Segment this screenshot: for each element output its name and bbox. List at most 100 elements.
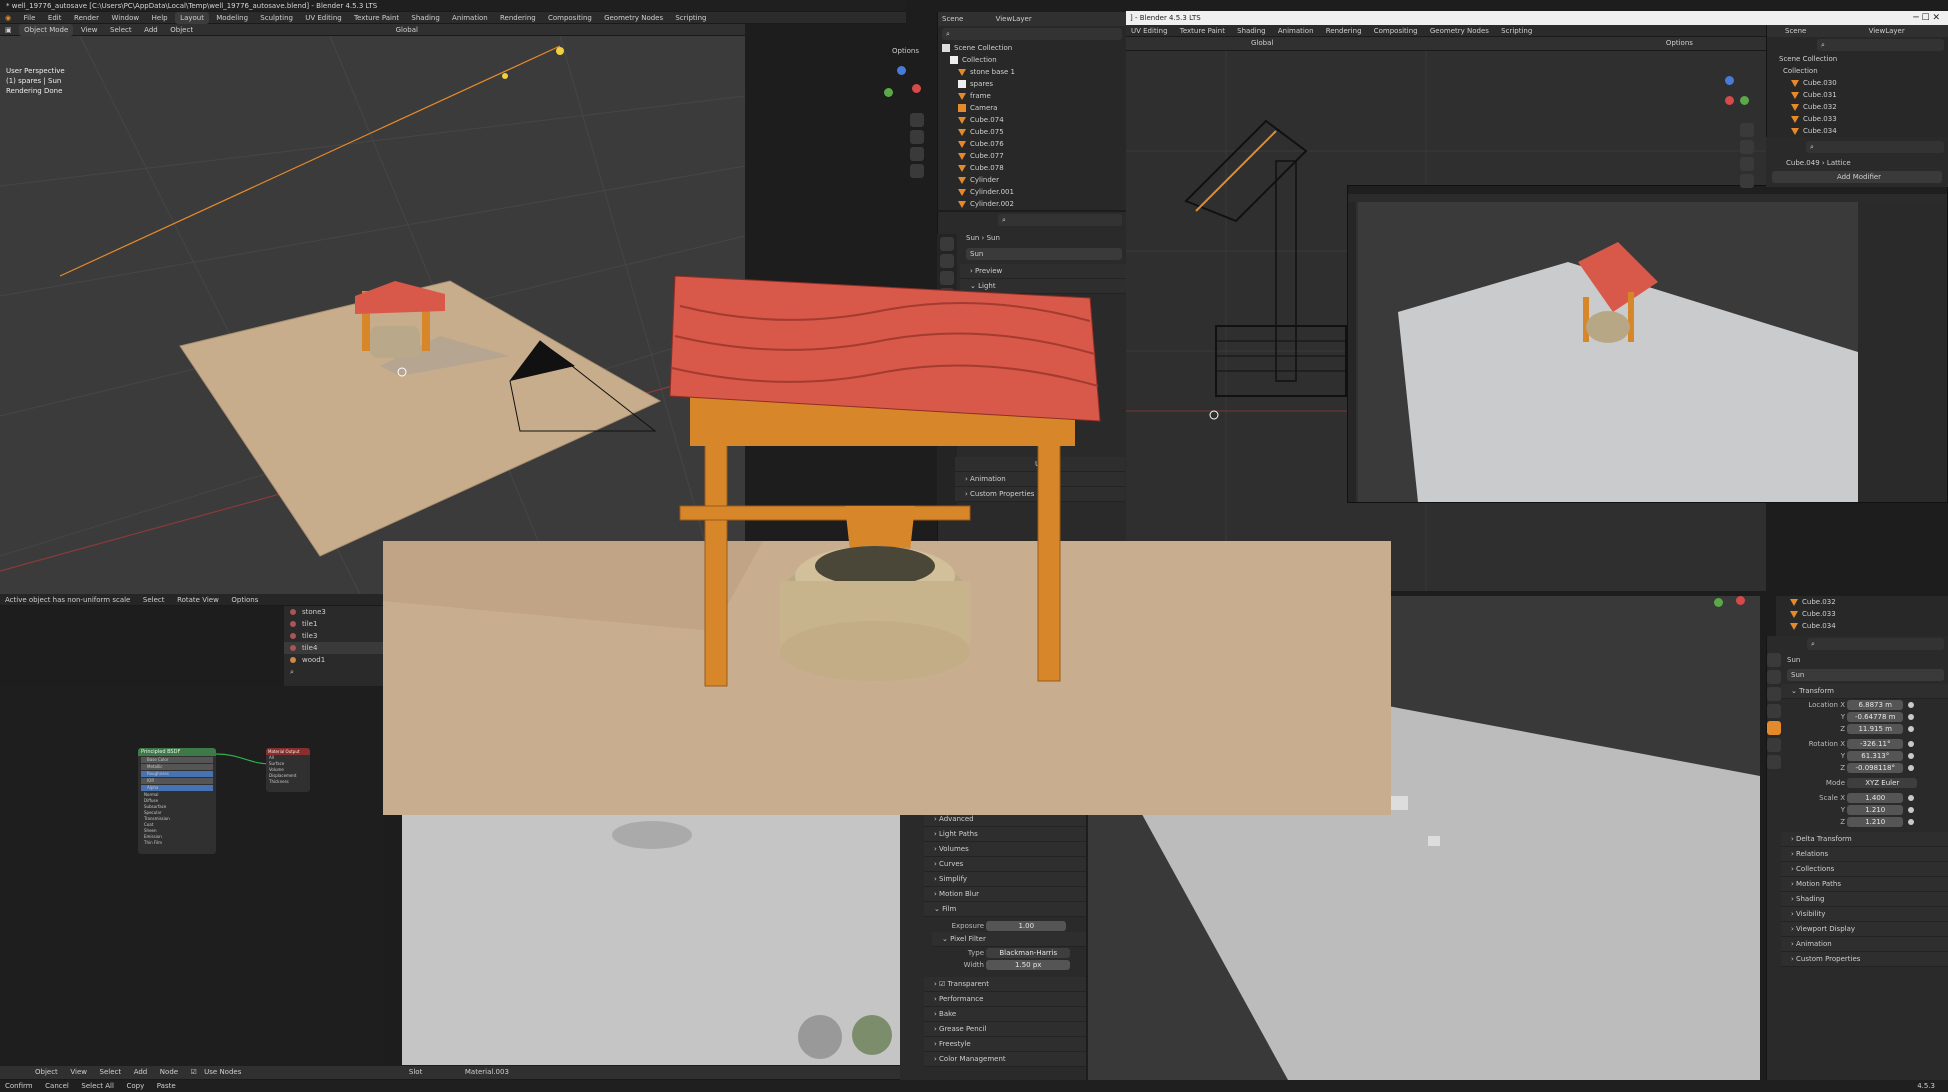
exposure-row[interactable]: Exposure 1.00: [900, 920, 1086, 932]
outliner-row[interactable]: Cube.032: [1776, 596, 1948, 608]
camera-view-icon[interactable]: [1740, 157, 1754, 171]
tab-shading-r[interactable]: Shading: [1232, 25, 1270, 37]
zoom-icon[interactable]: [910, 113, 924, 127]
tab-animation[interactable]: Animation: [447, 12, 493, 24]
gizmo-z-icon[interactable]: [1725, 76, 1734, 85]
gizmo-x-icon[interactable]: [912, 84, 921, 93]
material-select[interactable]: Material.003: [460, 1066, 514, 1078]
tab-texture-paint[interactable]: Texture Paint: [349, 12, 404, 24]
outliner-row[interactable]: Cube.034: [1767, 125, 1948, 137]
transform-search[interactable]: ⌕: [1807, 638, 1944, 650]
tool-props-icon[interactable]: [1767, 653, 1781, 667]
outliner-row[interactable]: Cube.076: [938, 138, 1126, 150]
section-grease-pencil[interactable]: › Grease Pencil: [924, 1022, 1086, 1037]
outliner-row[interactable]: Cube.075: [938, 126, 1126, 138]
material-slot[interactable]: tile4: [284, 642, 384, 654]
section-pixel-filter[interactable]: ⌄ Pixel Filter: [932, 932, 1086, 947]
section-performance[interactable]: › Performance: [924, 992, 1086, 1007]
view-layer-selector[interactable]: ViewLayer: [996, 15, 1032, 23]
tab-compositing[interactable]: Compositing: [543, 12, 597, 24]
world-props-icon[interactable]: [1767, 704, 1781, 718]
slot-select[interactable]: Slot: [404, 1066, 427, 1078]
properties-search[interactable]: ⌕: [998, 214, 1122, 226]
outliner-row[interactable]: Cube.074: [938, 114, 1126, 126]
section-custom-props-r[interactable]: › Custom Properties: [1781, 952, 1948, 967]
node-menu-node[interactable]: Node: [155, 1066, 183, 1078]
viewport-left[interactable]: User Perspective (1) spares | Sun Render…: [0, 36, 745, 594]
location-y[interactable]: Y -0.64778 m: [1767, 711, 1948, 723]
menu-window[interactable]: Window: [107, 12, 145, 24]
rotation-x[interactable]: Rotation X -326.11°: [1767, 738, 1948, 750]
tab-rendering[interactable]: Rendering: [495, 12, 541, 24]
nav-gizmo-right[interactable]: [1708, 76, 1752, 120]
filter-width-row[interactable]: Width 1.50 px: [900, 959, 1086, 971]
hand-pan-icon[interactable]: [910, 130, 924, 144]
menu-view[interactable]: View: [76, 24, 103, 36]
outliner-row[interactable]: Cylinder: [938, 174, 1126, 186]
section-delta-transform[interactable]: › Delta Transform: [1781, 832, 1948, 847]
tab-sculpting[interactable]: Sculpting: [255, 12, 298, 24]
outliner-row[interactable]: Cube.033: [1776, 608, 1948, 620]
nav-gizmo-left[interactable]: [880, 66, 924, 110]
hand-pan-icon[interactable]: [1740, 140, 1754, 154]
orientation-select[interactable]: Global: [391, 24, 423, 36]
tab-uv-editing[interactable]: UV Editing: [300, 12, 347, 24]
outliner-row[interactable]: Cube.077: [938, 150, 1126, 162]
output-socket[interactable]: Thickness: [266, 779, 310, 785]
section-freestyle[interactable]: › Freestyle: [924, 1037, 1086, 1052]
tab-modeling[interactable]: Modeling: [211, 12, 253, 24]
material-slot[interactable]: stone3: [284, 606, 384, 618]
rotation-mode[interactable]: Mode XYZ Euler: [1767, 777, 1948, 789]
tab-layout[interactable]: Layout: [175, 12, 209, 24]
gizmo-y-icon[interactable]: [1714, 598, 1723, 607]
gizmo-z-icon[interactable]: [897, 66, 906, 75]
transparent-checkbox[interactable]: › ☑ Transparent: [924, 977, 1086, 992]
section-bake[interactable]: › Bake: [924, 1007, 1086, 1022]
menu-select[interactable]: Select: [105, 24, 137, 36]
section-simplify[interactable]: › Simplify: [924, 872, 1086, 887]
scene-props-icon[interactable]: [1767, 687, 1781, 701]
modifier-search[interactable]: ⌕: [1806, 141, 1944, 153]
menu-help[interactable]: Help: [147, 12, 173, 24]
section-curves[interactable]: › Curves: [924, 857, 1086, 872]
outliner-row[interactable]: Scene Collection: [938, 42, 1126, 54]
blender-logo-icon[interactable]: ◉: [0, 12, 16, 24]
section-color-management[interactable]: › Color Management: [924, 1052, 1086, 1067]
node-menu-select[interactable]: Select: [95, 1066, 127, 1078]
camera-view-icon[interactable]: [910, 147, 924, 161]
scene-selector[interactable]: Scene: [942, 15, 963, 23]
outliner-row[interactable]: Cube.033: [1767, 113, 1948, 125]
editor-type-icon[interactable]: ▣: [0, 24, 17, 36]
menu-file[interactable]: File: [19, 12, 41, 24]
node-menu-add[interactable]: Add: [129, 1066, 153, 1078]
view-layer-selector-r[interactable]: ViewLayer: [1869, 27, 1905, 35]
location-x[interactable]: Location X 6.8873 m: [1767, 699, 1948, 711]
tab-compositing-r[interactable]: Compositing: [1369, 25, 1423, 37]
menu-add[interactable]: Add: [139, 24, 163, 36]
material-filter[interactable]: ⌕: [284, 666, 384, 678]
object-name-field[interactable]: Sun: [1787, 669, 1944, 681]
section-viewport-display[interactable]: › Viewport Display: [1781, 922, 1948, 937]
use-nodes-checkbox[interactable]: ☑ Use Nodes: [186, 1066, 252, 1078]
mode-select[interactable]: Object Mode: [19, 24, 74, 36]
rotation-y[interactable]: Y 61.313°: [1767, 750, 1948, 762]
window-controls[interactable]: ─ ☐ ✕: [1913, 11, 1940, 25]
node-object-select[interactable]: Object: [30, 1066, 63, 1078]
viewport-bottom-left[interactable]: [402, 815, 900, 1065]
tab-rendering-r[interactable]: Rendering: [1321, 25, 1367, 37]
light-name-field[interactable]: Sun: [966, 248, 1122, 260]
scale-x[interactable]: Scale X 1.400: [1767, 792, 1948, 804]
outliner-row[interactable]: Collection: [1767, 65, 1948, 77]
section-motion-paths[interactable]: › Motion Paths: [1781, 877, 1948, 892]
gizmo-x-icon[interactable]: [1725, 96, 1734, 105]
section-volumes[interactable]: › Volumes: [924, 842, 1086, 857]
physics-props-icon[interactable]: [1767, 755, 1781, 769]
tab-scripting-r[interactable]: Scripting: [1496, 25, 1537, 37]
material-slot[interactable]: tile3: [284, 630, 384, 642]
scale-y[interactable]: Y 1.210: [1767, 804, 1948, 816]
orientation-select-r[interactable]: Global: [1246, 37, 1278, 49]
material-output-node[interactable]: Material Output All Surface Volume Displ…: [266, 748, 310, 792]
section-light-paths[interactable]: › Light Paths: [924, 827, 1086, 842]
options-label-left[interactable]: Options: [892, 47, 919, 55]
tab-texture-paint-r[interactable]: Texture Paint: [1175, 25, 1230, 37]
